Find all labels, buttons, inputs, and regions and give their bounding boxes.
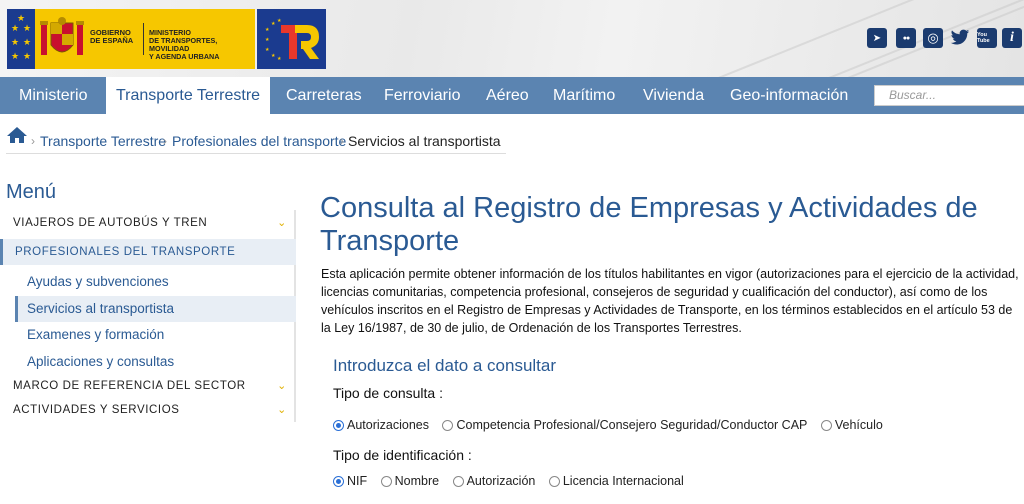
nav-item-carreteras[interactable]: Carreteras xyxy=(278,77,370,114)
radio-licencia-internacional[interactable]: Licencia Internacional xyxy=(548,474,684,488)
coat-of-arms-icon xyxy=(40,17,84,55)
nav-item-aereo[interactable]: Aéreo xyxy=(478,77,537,114)
breadcrumb: › Transporte Terrestre › Profesionales d… xyxy=(6,126,506,154)
tipo-identificacion-label: Tipo de identificación : xyxy=(333,447,472,463)
sidebar-section-profesionales[interactable]: PROFESIONALES DEL TRANSPORTE xyxy=(0,239,296,265)
sidebar: VIAJEROS DE AUTOBÚS Y TREN ⌄ PROFESIONAL… xyxy=(0,210,296,422)
svg-text:★: ★ xyxy=(265,47,270,53)
page-title: Consulta al Registro de Empresas y Activ… xyxy=(320,192,978,257)
ministerio-text: MINISTERIO DE TRANSPORTES, MOVILIDAD Y A… xyxy=(149,28,220,61)
radio-competencia-profesional[interactable]: Competencia Profesional/Consejero Seguri… xyxy=(442,418,807,432)
svg-text:★: ★ xyxy=(271,53,276,59)
sidebar-section-marco[interactable]: MARCO DE REFERENCIA DEL SECTOR ⌄ xyxy=(0,373,296,399)
sidebar-item-aplicaciones[interactable]: Aplicaciones y consultas xyxy=(15,349,296,375)
nav-item-transporte-terrestre[interactable]: Transporte Terrestre xyxy=(106,77,271,114)
breadcrumb-current: Servicios al transportista xyxy=(348,133,501,149)
nav-item-ferroviario[interactable]: Ferroviario xyxy=(376,77,468,114)
youtube-icon[interactable]: You Tube xyxy=(977,28,997,48)
radio-nombre[interactable]: Nombre xyxy=(380,474,439,488)
search-input[interactable]: Buscar... xyxy=(874,85,1024,106)
nav-item-vivienda[interactable]: Vivienda xyxy=(635,77,712,114)
site-header: ★ ★ ★ ★ ★ ★ ★ GOBIERNO DE ESPAÑA MINISTE… xyxy=(0,0,1024,77)
chevron-down-icon: ⌄ xyxy=(277,380,287,392)
sidebar-section-actividades[interactable]: ACTIVIDADES Y SERVICIOS ⌄ xyxy=(0,397,296,423)
gobierno-text: GOBIERNO DE ESPAÑA xyxy=(90,28,134,45)
tipo-identificacion-group: NIF Nombre Autorización Licencia Interna… xyxy=(333,474,694,492)
radio-autorizaciones[interactable]: Autorizaciones xyxy=(333,418,429,432)
radio-nif[interactable]: NIF xyxy=(333,474,367,488)
nav-item-geo-informacion[interactable]: Geo-información xyxy=(722,77,856,114)
form-title: Introduzca el dato a consultar xyxy=(333,356,557,375)
telegram-icon[interactable]: ➤ xyxy=(867,28,887,48)
radio-vehiculo[interactable]: Vehículo xyxy=(820,418,883,432)
breadcrumb-transporte-terrestre[interactable]: Transporte Terrestre xyxy=(40,133,166,149)
instagram-icon[interactable]: ◎ xyxy=(923,28,943,48)
gobierno-espana-logo[interactable]: ★ ★ ★ ★ ★ ★ ★ GOBIERNO DE ESPAÑA MINISTE… xyxy=(7,9,255,69)
main-nav: Ministerio Transporte Terrestre Carreter… xyxy=(0,77,1024,114)
twitter-icon[interactable] xyxy=(950,28,970,48)
eu-flag-strip: ★ ★ ★ ★ ★ ★ ★ xyxy=(7,9,35,69)
svg-text:★: ★ xyxy=(271,21,276,27)
tr-logo-icon: ★★ ★ ★★★ ★ xyxy=(265,18,319,62)
sidebar-section-viajeros[interactable]: VIAJEROS DE AUTOBÚS Y TREN ⌄ xyxy=(0,210,296,236)
home-icon[interactable] xyxy=(6,126,28,144)
nav-item-ministerio[interactable]: Ministerio xyxy=(11,77,95,114)
intro-text: Esta aplicación permite obtener informac… xyxy=(321,267,1019,335)
tr-plan-logo[interactable]: ★ ★ ★ ★ ★ ★ ★ xyxy=(257,9,326,69)
tipo-consulta-group: Autorizaciones Competencia Profesional/C… xyxy=(333,418,893,436)
svg-text:★: ★ xyxy=(277,18,282,24)
sidebar-item-examenes[interactable]: Examenes y formación xyxy=(15,322,296,348)
flickr-icon[interactable]: ●● xyxy=(896,28,916,48)
svg-text:★: ★ xyxy=(277,56,282,62)
svg-text:★: ★ xyxy=(265,37,270,43)
breadcrumb-profesionales[interactable]: Profesionales del transporte xyxy=(172,133,346,149)
svg-text:★: ★ xyxy=(265,27,270,33)
radio-autorizacion[interactable]: Autorización xyxy=(452,474,535,488)
tipo-consulta-label: Tipo de consulta : xyxy=(333,385,443,401)
sidebar-title: Menú xyxy=(6,181,57,203)
sidebar-item-ayudas[interactable]: Ayudas y subvenciones xyxy=(15,269,296,295)
nav-item-maritimo[interactable]: Marítimo xyxy=(545,77,623,114)
chevron-down-icon: ⌄ xyxy=(277,217,287,229)
info-icon[interactable]: i xyxy=(1002,28,1022,48)
chevron-down-icon: ⌄ xyxy=(277,404,287,416)
sidebar-item-servicios[interactable]: Servicios al transportista xyxy=(15,296,296,322)
